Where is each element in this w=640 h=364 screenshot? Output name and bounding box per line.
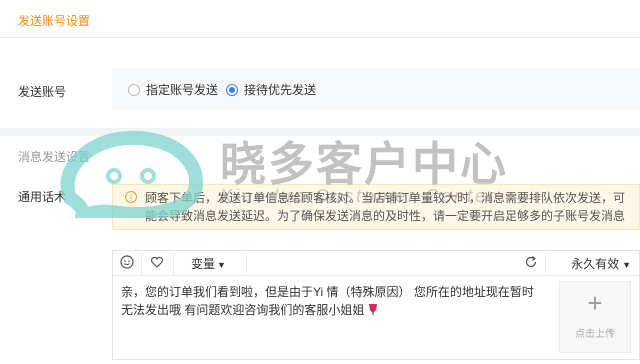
- radio-circle: [128, 83, 140, 96]
- refresh-icon-svg: [525, 256, 537, 268]
- smile-icon[interactable]: [119, 255, 135, 271]
- toolbar-separator: [545, 251, 546, 275]
- radio-specified-account[interactable]: 指定账号发送: [128, 81, 218, 98]
- radio-label: 接待优先发送: [244, 83, 317, 97]
- rose-icon-svg: [368, 303, 377, 315]
- smile-icon-svg: [120, 255, 134, 269]
- section-divider: [0, 37, 640, 38]
- message-text: 亲，您的订单我们看到啦，但是由于Yi 情（特殊原因） 您所在的地址现在暂时无法发…: [121, 285, 534, 317]
- toolbar-separator: [246, 251, 247, 275]
- toolbar-separator: [173, 251, 174, 275]
- common-script-label: 通用话术: [18, 190, 67, 204]
- validity-label: 永久有效: [571, 257, 620, 271]
- variable-dropdown[interactable]: 变量 ▼: [191, 255, 226, 272]
- send-account-label: 发送账号: [18, 85, 67, 99]
- message-section-title: 消息发送设置: [18, 150, 91, 164]
- heart-icon-svg: [150, 256, 164, 268]
- message-editor: 变量 ▼ 永久有效 ▼ 亲，您的订单我们看到啦，但是由于Yi 情（特殊原因） 您所在…: [112, 250, 640, 360]
- send-account-radio-group: 指定账号发送 接待优先发送: [112, 68, 640, 110]
- variable-label: 变量: [191, 257, 216, 271]
- radio-circle-checked: [226, 83, 238, 96]
- warning-notice: ! 顾客下单后，发送订单信息给顾客核对。当店铺订单量较大时，消息需要排队依次发送…: [112, 184, 640, 230]
- message-settings-card: 消息发送设置 通用话术 ! 顾客下单后，发送订单信息给顾客核对。当店铺订单量较大…: [0, 136, 640, 364]
- notice-text: 顾客下单后，发送订单信息给顾客核对。当店铺订单量较大时，消息需要排队依次发送，可…: [145, 191, 626, 223]
- refresh-icon[interactable]: [523, 255, 539, 271]
- plus-icon: +: [587, 288, 603, 318]
- rose-emoji-icon: [368, 302, 378, 320]
- chevron-down-icon: ▼: [622, 260, 631, 270]
- message-textarea[interactable]: 亲，您的订单我们看到啦，但是由于Yi 情（特殊原因） 您所在的地址现在暂时无法发…: [121, 283, 545, 320]
- account-section-title: 发送账号设置: [18, 14, 91, 28]
- editor-toolbar: 变量 ▼ 永久有效 ▼: [113, 251, 639, 276]
- upload-label: 点击上传: [575, 329, 615, 340]
- radio-label: 指定账号发送: [146, 83, 219, 97]
- warning-icon: !: [125, 191, 137, 203]
- upload-image-button[interactable]: + 点击上传: [559, 281, 631, 353]
- toolbar-separator: [141, 251, 142, 275]
- validity-dropdown[interactable]: 永久有效 ▼: [571, 255, 631, 272]
- chevron-down-icon: ▼: [217, 260, 226, 270]
- account-settings-card: 发送账号设置 发送账号 指定账号发送 接待优先发送: [0, 0, 640, 128]
- heart-icon[interactable]: [149, 255, 165, 271]
- radio-reception-priority[interactable]: 接待优先发送: [226, 81, 316, 98]
